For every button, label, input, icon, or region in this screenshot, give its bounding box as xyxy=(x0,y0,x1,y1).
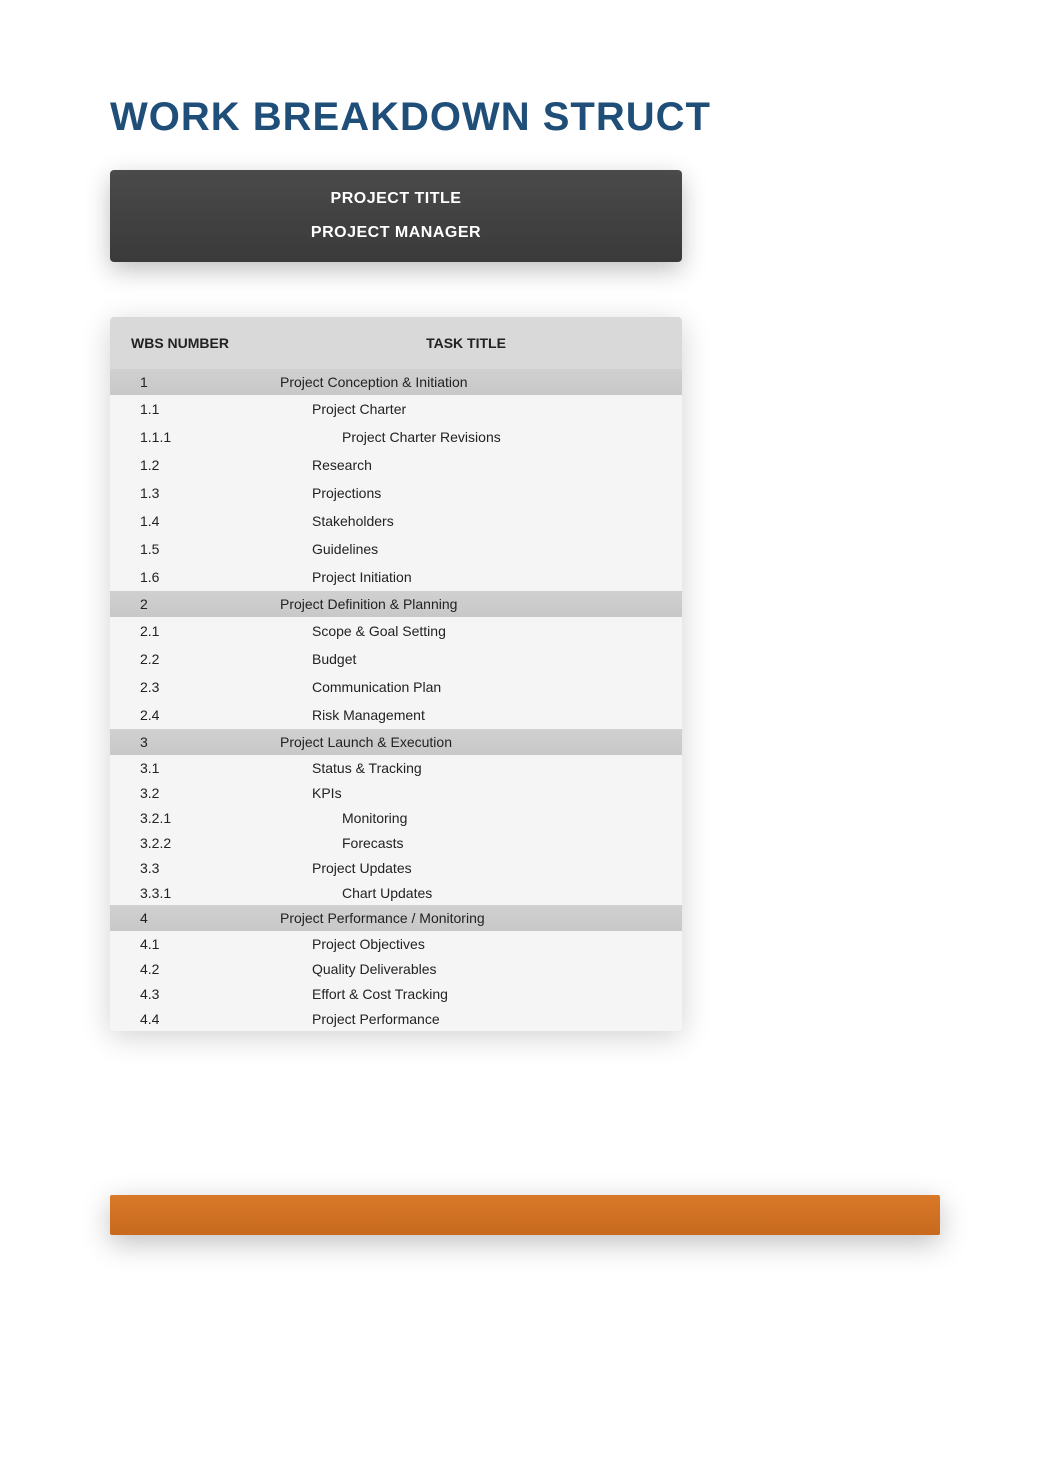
wbs-number: 1 xyxy=(110,370,250,394)
task-title: Project Launch & Execution xyxy=(250,730,682,754)
task-title: Effort & Cost Tracking xyxy=(250,982,682,1006)
table-row: 1.6Project Initiation xyxy=(110,563,682,591)
task-title: Project Performance xyxy=(250,1007,682,1031)
orange-footer-bar xyxy=(110,1195,940,1235)
wbs-table: WBS NUMBER TASK TITLE 1Project Conceptio… xyxy=(110,317,682,1031)
wbs-number: 3.2.1 xyxy=(110,806,250,830)
table-row: 1.2Research xyxy=(110,451,682,479)
task-title: Monitoring xyxy=(250,806,682,830)
wbs-number: 4.3 xyxy=(110,982,250,1006)
table-row: 4Project Performance / Monitoring xyxy=(110,905,682,931)
table-row: 1.1Project Charter xyxy=(110,395,682,423)
wbs-number: 1.1 xyxy=(110,397,250,421)
project-header-box: PROJECT TITLE PROJECT MANAGER xyxy=(110,170,682,262)
wbs-number: 3.1 xyxy=(110,756,250,780)
task-title: Risk Management xyxy=(250,703,682,727)
wbs-number: 4.2 xyxy=(110,957,250,981)
table-row: 1.4Stakeholders xyxy=(110,507,682,535)
task-title: Chart Updates xyxy=(250,881,682,905)
table-row: 3.2KPIs xyxy=(110,780,682,805)
wbs-number: 1.6 xyxy=(110,565,250,589)
table-row: 4.3Effort & Cost Tracking xyxy=(110,981,682,1006)
table-row: 4.4Project Performance xyxy=(110,1006,682,1031)
task-title: Guidelines xyxy=(250,537,682,561)
wbs-number: 2.2 xyxy=(110,647,250,671)
task-title: Project Performance / Monitoring xyxy=(250,906,682,930)
task-title: Quality Deliverables xyxy=(250,957,682,981)
table-row: 1Project Conception & Initiation xyxy=(110,369,682,395)
table-row: 4.2Quality Deliverables xyxy=(110,956,682,981)
task-title: KPIs xyxy=(250,781,682,805)
table-row: 2.1Scope & Goal Setting xyxy=(110,617,682,645)
table-row: 4.1Project Objectives xyxy=(110,931,682,956)
wbs-number: 2.4 xyxy=(110,703,250,727)
task-title: Project Definition & Planning xyxy=(250,592,682,616)
table-row: 3.3.1Chart Updates xyxy=(110,880,682,905)
table-row: 1.5Guidelines xyxy=(110,535,682,563)
wbs-number: 3.3.1 xyxy=(110,881,250,905)
wbs-number: 3.3 xyxy=(110,856,250,880)
column-header-wbs: WBS NUMBER xyxy=(110,317,250,369)
wbs-number: 1.4 xyxy=(110,509,250,533)
table-row: 2.3Communication Plan xyxy=(110,673,682,701)
wbs-number: 1.2 xyxy=(110,453,250,477)
wbs-number: 2.3 xyxy=(110,675,250,699)
task-title: Budget xyxy=(250,647,682,671)
task-title: Scope & Goal Setting xyxy=(250,619,682,643)
column-header-title: TASK TITLE xyxy=(250,317,682,369)
task-title: Research xyxy=(250,453,682,477)
table-header-row: WBS NUMBER TASK TITLE xyxy=(110,317,682,369)
task-title: Project Objectives xyxy=(250,932,682,956)
task-title: Project Charter Revisions xyxy=(250,425,682,449)
wbs-number: 3.2.2 xyxy=(110,831,250,855)
wbs-number: 3 xyxy=(110,730,250,754)
wbs-number: 4 xyxy=(110,906,250,930)
table-row: 1.3Projections xyxy=(110,479,682,507)
wbs-number: 2.1 xyxy=(110,619,250,643)
table-row: 2.2Budget xyxy=(110,645,682,673)
project-manager-label: PROJECT MANAGER xyxy=(110,216,682,250)
wbs-number: 4.4 xyxy=(110,1007,250,1031)
task-title: Project Charter xyxy=(250,397,682,421)
wbs-number: 1.5 xyxy=(110,537,250,561)
table-row: 3.2.2Forecasts xyxy=(110,830,682,855)
task-title: Projections xyxy=(250,481,682,505)
wbs-number: 1.3 xyxy=(110,481,250,505)
project-title-label: PROJECT TITLE xyxy=(110,182,682,216)
wbs-number: 1.1.1 xyxy=(110,425,250,449)
wbs-number: 2 xyxy=(110,592,250,616)
task-title: Project Conception & Initiation xyxy=(250,370,682,394)
table-row: 2Project Definition & Planning xyxy=(110,591,682,617)
table-row: 3.2.1Monitoring xyxy=(110,805,682,830)
task-title: Forecasts xyxy=(250,831,682,855)
table-row: 1.1.1Project Charter Revisions xyxy=(110,423,682,451)
table-row: 3Project Launch & Execution xyxy=(110,729,682,755)
task-title: Project Updates xyxy=(250,856,682,880)
table-row: 3.1Status & Tracking xyxy=(110,755,682,780)
wbs-number: 4.1 xyxy=(110,932,250,956)
table-row: 2.4Risk Management xyxy=(110,701,682,729)
task-title: Communication Plan xyxy=(250,675,682,699)
task-title: Stakeholders xyxy=(250,509,682,533)
table-body: 1Project Conception & Initiation1.1Proje… xyxy=(110,369,682,1031)
page-title: WORK BREAKDOWN STRUCT xyxy=(110,95,1062,140)
task-title: Status & Tracking xyxy=(250,756,682,780)
task-title: Project Initiation xyxy=(250,565,682,589)
wbs-number: 3.2 xyxy=(110,781,250,805)
table-row: 3.3Project Updates xyxy=(110,855,682,880)
